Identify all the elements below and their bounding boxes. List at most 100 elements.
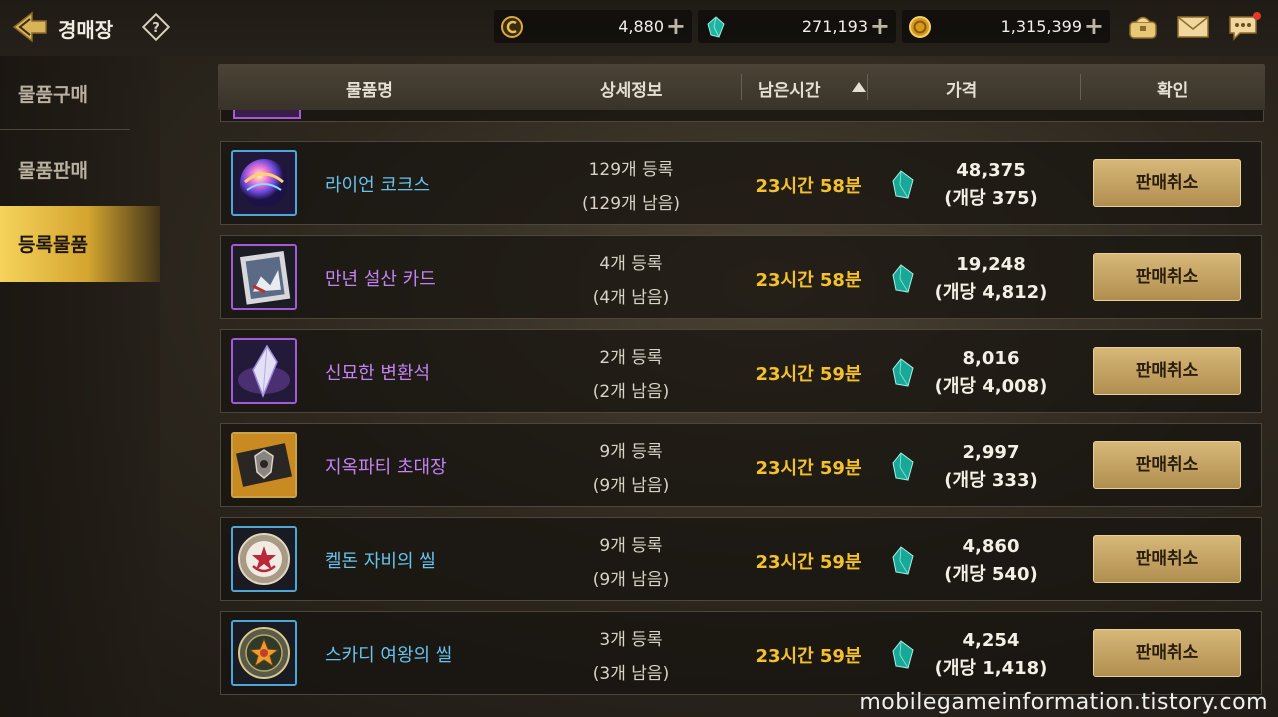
purse-icon[interactable] xyxy=(1125,10,1161,44)
queen-seal-icon[interactable] xyxy=(231,620,297,686)
top-bar: 경매장 ? 4,880 + 271,193 + 1,315,399 + xyxy=(0,0,1278,56)
cancel-sale-button[interactable]: 판매취소 xyxy=(1093,347,1241,395)
gem-currency: 271,193 + xyxy=(698,10,896,43)
teal-gem-icon xyxy=(892,170,914,199)
add-crown-button[interactable]: + xyxy=(666,12,686,40)
crystal-icon[interactable] xyxy=(231,338,297,404)
time-left: 23시간 59분 xyxy=(755,364,862,385)
crown-currency: 4,880 + xyxy=(494,10,692,43)
chat-bubble-icon[interactable] xyxy=(1226,10,1262,44)
time-left: 23시간 59분 xyxy=(755,646,862,667)
back-arrow-icon[interactable] xyxy=(10,10,50,44)
price-total: 48,375 xyxy=(956,160,1026,181)
cancel-sale-button[interactable]: 판매취소 xyxy=(1093,159,1241,207)
divider xyxy=(741,74,742,100)
time-left: 23시간 58분 xyxy=(755,176,862,197)
sidebar-item-sell[interactable]: 물품판매 xyxy=(0,132,160,208)
item-name: 라이언 코크스 xyxy=(325,175,431,196)
list-item: 켈돈 자비의 씰 9개 등록 (9개 남음) 23시간 59분 4,860 (개… xyxy=(220,517,1262,601)
price-total: 8,016 xyxy=(962,348,1020,369)
gem-currency-value: 271,193 xyxy=(801,17,868,36)
item-name: 만년 설산 카드 xyxy=(325,269,436,290)
gold-currency: 1,315,399 + xyxy=(902,10,1110,43)
divider xyxy=(1080,74,1081,100)
registered-count: 2개 등록 xyxy=(599,348,663,368)
item-name: 스카디 여왕의 씰 xyxy=(325,645,453,666)
price-each: (개당 4,008) xyxy=(934,376,1048,397)
registered-items-list[interactable]: 라이언 코크스 129개 등록 (129개 남음) 23시간 58분 48,37… xyxy=(218,110,1265,717)
teal-gem-icon xyxy=(892,640,914,669)
list-item xyxy=(220,110,1264,122)
price-total: 4,254 xyxy=(962,630,1020,651)
cancel-sale-button[interactable]: 판매취소 xyxy=(1093,629,1241,677)
table-header: 물품명 상세정보 남은시간 가격 확인 xyxy=(218,64,1265,110)
time-left: 23시간 59분 xyxy=(755,458,862,479)
list-item: 만년 설산 카드 4개 등록 (4개 남음) 23시간 58분 19,248 (… xyxy=(220,235,1262,319)
sort-ascending-icon[interactable] xyxy=(852,82,866,92)
time-left: 23시간 58분 xyxy=(755,270,862,291)
registered-count: 129개 등록 xyxy=(588,160,674,180)
price-total: 2,997 xyxy=(962,442,1020,463)
invitation-icon[interactable] xyxy=(231,432,297,498)
teal-gem-icon xyxy=(892,264,914,293)
snow-card-icon[interactable] xyxy=(231,244,297,310)
divider xyxy=(0,129,130,130)
time-left: 23시간 59분 xyxy=(755,552,862,573)
price-total: 4,860 xyxy=(962,536,1020,557)
add-gold-button[interactable]: + xyxy=(1084,12,1104,40)
help-icon[interactable]: ? xyxy=(142,13,170,41)
column-time-left[interactable]: 남은시간 xyxy=(758,76,821,101)
item-icon xyxy=(233,110,301,119)
price-each: (개당 540) xyxy=(944,564,1038,585)
rainbow-orb-icon[interactable] xyxy=(231,150,297,216)
crown-currency-value: 4,880 xyxy=(618,17,664,36)
cancel-sale-button[interactable]: 판매취소 xyxy=(1093,535,1241,583)
teal-gem-icon xyxy=(707,16,725,38)
sidebar-item-buy[interactable]: 물품구매 xyxy=(0,56,160,132)
sidebar-item-registered[interactable]: 등록물품 xyxy=(0,206,160,282)
column-price[interactable]: 가격 xyxy=(946,76,977,101)
teal-gem-icon xyxy=(892,546,914,575)
remaining-count: (3개 남음) xyxy=(592,664,670,684)
notification-dot-icon xyxy=(1253,12,1261,20)
divider xyxy=(867,74,868,100)
remaining-count: (4개 남음) xyxy=(592,288,670,308)
add-gem-button[interactable]: + xyxy=(870,12,890,40)
list-item: 지옥파티 초대장 9개 등록 (9개 남음) 23시간 59분 2,997 (개… xyxy=(220,423,1262,507)
watermark: mobilegameinformation.tistory.com xyxy=(859,690,1268,715)
price-each: (개당 1,418) xyxy=(934,658,1048,679)
svg-text:?: ? xyxy=(152,21,160,36)
column-item-name[interactable]: 물품명 xyxy=(346,76,393,101)
price-each: (개당 4,812) xyxy=(934,282,1048,303)
gold-coin-icon xyxy=(909,16,931,38)
registered-count: 4개 등록 xyxy=(599,254,663,274)
list-item: 신묘한 변환석 2개 등록 (2개 남음) 23시간 59분 8,016 (개당… xyxy=(220,329,1262,413)
cancel-sale-button[interactable]: 판매취소 xyxy=(1093,441,1241,489)
sidebar-item-label: 등록물품 xyxy=(18,234,88,256)
cancel-sale-button[interactable]: 판매취소 xyxy=(1093,253,1241,301)
crown-coin-icon xyxy=(501,16,523,38)
list-item: 라이언 코크스 129개 등록 (129개 남음) 23시간 58분 48,37… xyxy=(220,141,1262,225)
sidebar-item-label: 물품판매 xyxy=(18,160,88,182)
mail-icon[interactable] xyxy=(1175,10,1211,44)
sidebar: 물품구매 물품판매 등록물품 xyxy=(0,56,160,717)
page-title: 경매장 xyxy=(58,18,114,42)
column-detail[interactable]: 상세정보 xyxy=(600,76,663,101)
item-name: 신묘한 변환석 xyxy=(325,363,431,384)
teal-gem-icon xyxy=(892,358,914,387)
teal-gem-icon xyxy=(892,452,914,481)
remaining-count: (9개 남음) xyxy=(592,570,670,590)
column-confirm: 확인 xyxy=(1157,81,1189,101)
registered-count: 9개 등록 xyxy=(599,442,663,462)
remaining-count: (9개 남음) xyxy=(592,476,670,496)
item-name: 지옥파티 초대장 xyxy=(325,457,447,478)
price-total: 19,248 xyxy=(956,254,1026,275)
price-each: (개당 375) xyxy=(944,188,1038,209)
sidebar-item-label: 물품구매 xyxy=(18,84,88,106)
red-seal-icon[interactable] xyxy=(231,526,297,592)
list-item: 스카디 여왕의 씰 3개 등록 (3개 남음) 23시간 59분 4,254 (… xyxy=(220,611,1262,695)
remaining-count: (129개 남음) xyxy=(581,194,681,214)
registered-count: 3개 등록 xyxy=(599,630,663,650)
price-each: (개당 333) xyxy=(944,470,1038,491)
remaining-count: (2개 남음) xyxy=(592,382,670,402)
